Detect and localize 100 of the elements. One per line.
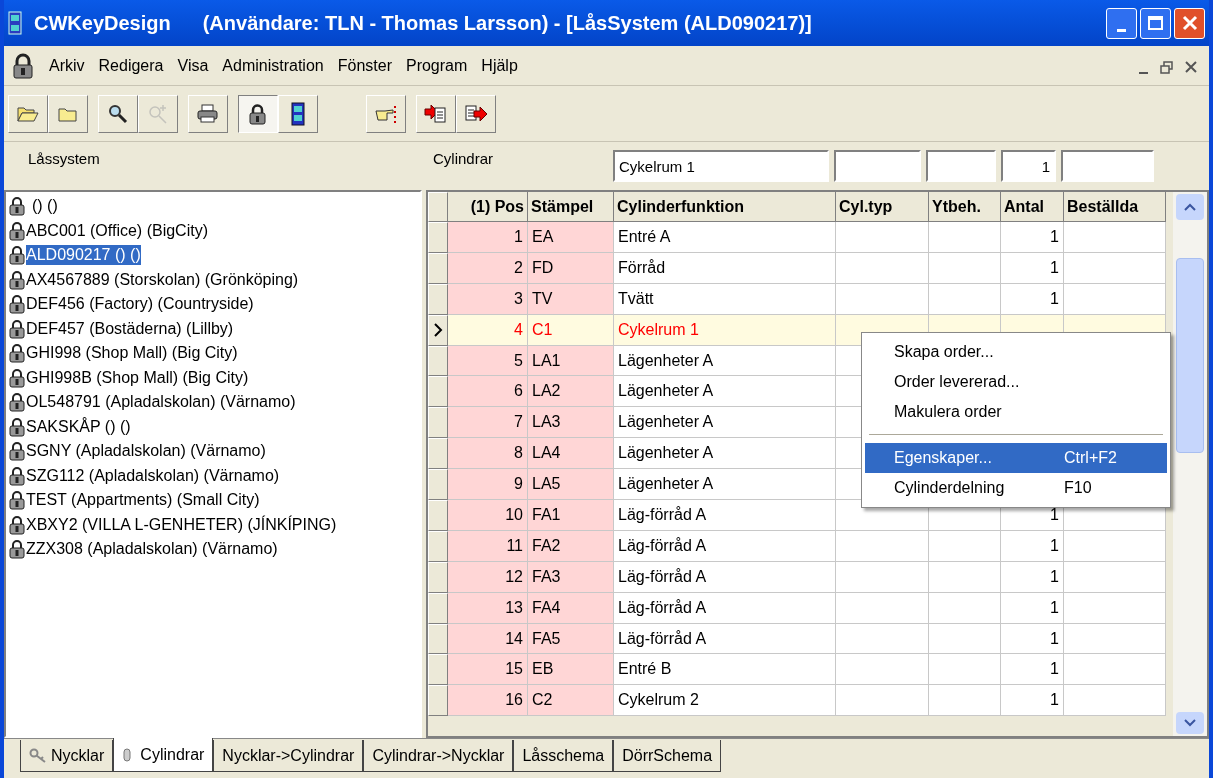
menu-item[interactable]: Program [398, 53, 475, 78]
padlock-icon [8, 220, 26, 241]
table-cell: FA2 [528, 530, 614, 562]
maximize-button[interactable] [1140, 7, 1171, 39]
menu-item[interactable]: Makulera order [865, 397, 1167, 427]
tab[interactable]: Låsschema [513, 740, 614, 772]
table-cell: LA1 [528, 345, 614, 377]
padlock-icon [8, 245, 26, 266]
table-cell: 1 [1001, 592, 1064, 624]
window-title: (Användare: TLN - Thomas Larsson) - [LåsSystem (ALD090217)] [202, 11, 812, 36]
close-button[interactable] [1174, 7, 1205, 39]
table-cell: Entré B [614, 654, 836, 686]
table-cell: Lägenheter A [614, 376, 836, 408]
minimize-button[interactable] [1106, 7, 1137, 39]
tab[interactable]: Nycklar [20, 740, 114, 772]
table-cell: EA [528, 222, 614, 253]
menu-item[interactable]: Order levererad... [865, 367, 1167, 397]
tree-item[interactable]: GHI998B (Shop Mall) (Big City) [26, 367, 249, 388]
row-header[interactable] [428, 314, 448, 346]
cylinder-icon [122, 747, 133, 762]
tree-item[interactable]: OL548791 (Apladalskolan) (Värnamo) [26, 392, 296, 413]
input-field[interactable]: 1 [1001, 150, 1056, 182]
tree-item[interactable]: SZG112 (Apladalskolan) (Värnamo) [26, 465, 280, 486]
menu-item[interactable]: Hjälp [474, 53, 525, 78]
table-cell: FA1 [528, 500, 614, 531]
tree-item[interactable]: GHI998 (Shop Mall) (Big City) [26, 343, 238, 364]
table-cell [929, 283, 1001, 315]
tree-item[interactable]: ZZX308 (Apladalskolan) (Värnamo) [26, 539, 278, 560]
minimize-icon[interactable] [1139, 71, 1148, 74]
table-cell: 1 [1001, 222, 1064, 253]
table-cell: Entré A [614, 222, 836, 253]
padlock-icon [8, 269, 26, 290]
tree-item[interactable]: TEST (Appartments) (Small City) [26, 490, 260, 511]
scroll-thumb[interactable] [1176, 258, 1204, 453]
menu-item[interactable]: Skapa order... [865, 337, 1167, 367]
padlock-icon [8, 514, 26, 535]
input-field[interactable]: Cykelrum 1 [613, 150, 829, 182]
scroll-up-button[interactable] [1176, 194, 1204, 220]
menu-item[interactable]: Administration [215, 53, 331, 78]
tree-item[interactable]: SAKSKÅP () () [26, 416, 131, 437]
table-cell: 1 [448, 222, 528, 253]
table-cell: 6 [448, 376, 528, 408]
close-icon[interactable] [1185, 60, 1197, 73]
table-cell [929, 222, 1001, 253]
column-header[interactable]: Ytbeh. [929, 192, 1001, 222]
tree-item[interactable]: DEF456 (Factory) (Countryside) [26, 294, 254, 315]
padlock-icon [8, 367, 26, 388]
table-cell: 11 [448, 530, 528, 562]
toolbar-button[interactable] [238, 94, 278, 133]
table-cell [929, 623, 1001, 655]
padlock-icon [8, 490, 26, 511]
table-cell: 12 [448, 561, 528, 593]
menu-item[interactable]: Cylinderdelning F10 [865, 473, 1167, 503]
tree-item[interactable]: ABC001 (Office) (BigCity) [26, 220, 208, 241]
tab[interactable]: Cylindrar->Nycklar [363, 740, 514, 772]
padlock-icon [8, 343, 26, 364]
tab[interactable]: Nycklar->Cylindrar [213, 740, 364, 772]
menu-item[interactable]: Egenskaper... Ctrl+F2 [865, 443, 1167, 473]
table-cell: 1 [1001, 623, 1064, 655]
table-cell: Lägenheter A [614, 469, 836, 500]
printer-icon [196, 101, 220, 126]
column-header[interactable]: Beställda [1064, 192, 1166, 222]
tree-item[interactable]: ALD090217 () () [26, 245, 141, 266]
scroll-down-button[interactable] [1176, 712, 1204, 734]
table-cell: FA4 [528, 592, 614, 624]
tab[interactable]: Cylindrar [113, 738, 214, 772]
menu-item[interactable]: Fönster [330, 53, 399, 78]
padlock-icon [8, 318, 26, 339]
table-cell: Lägenheter A [614, 438, 836, 470]
tree-item[interactable]: DEF457 (Bostäderna) (Lillby) [26, 318, 234, 339]
table-cell: LA2 [528, 376, 614, 408]
table-cell: Lägenheter A [614, 407, 836, 439]
menu-item[interactable]: Redigera [91, 53, 171, 78]
input-field[interactable] [834, 150, 921, 182]
table-cell: 13 [448, 592, 528, 624]
table-cell: Läg-förråd A [614, 561, 836, 593]
input-field[interactable] [1061, 150, 1154, 182]
column-header[interactable]: Antal [1001, 192, 1064, 222]
padlock-icon [8, 294, 26, 315]
tree-item[interactable]: AX4567889 (Storskolan) (Grönköping) [26, 269, 299, 290]
column-header[interactable]: Cylinderfunktion [614, 192, 836, 222]
tree-item[interactable]: XBXY2 (VILLA L-GENHETER) (JÍNKÍPING) [26, 514, 337, 535]
table-cell: LA5 [528, 469, 614, 500]
column-header[interactable]: Stämpel [528, 192, 614, 222]
scrollbar[interactable] [1173, 192, 1207, 736]
table-cell: 9 [448, 469, 528, 500]
table-cell: 1 [1001, 252, 1064, 284]
tree-item[interactable]: SGNY (Apladalskolan) (Värnamo) [26, 441, 266, 462]
column-header[interactable]: (1) Pos [448, 192, 528, 222]
table-cell: 10 [448, 500, 528, 531]
tree-item[interactable]: () () [32, 196, 58, 217]
table-cell: LA4 [528, 438, 614, 470]
restore-icon[interactable] [1160, 60, 1173, 74]
table-cell: 2 [448, 252, 528, 284]
tab[interactable]: DörrSchema [613, 740, 722, 772]
menu-item[interactable]: Arkiv [42, 53, 92, 78]
column-header[interactable]: Cyl.typ [836, 192, 929, 222]
menu-item[interactable]: Visa [170, 53, 216, 78]
table-cell: C1 [528, 314, 614, 346]
input-field[interactable] [926, 150, 996, 182]
